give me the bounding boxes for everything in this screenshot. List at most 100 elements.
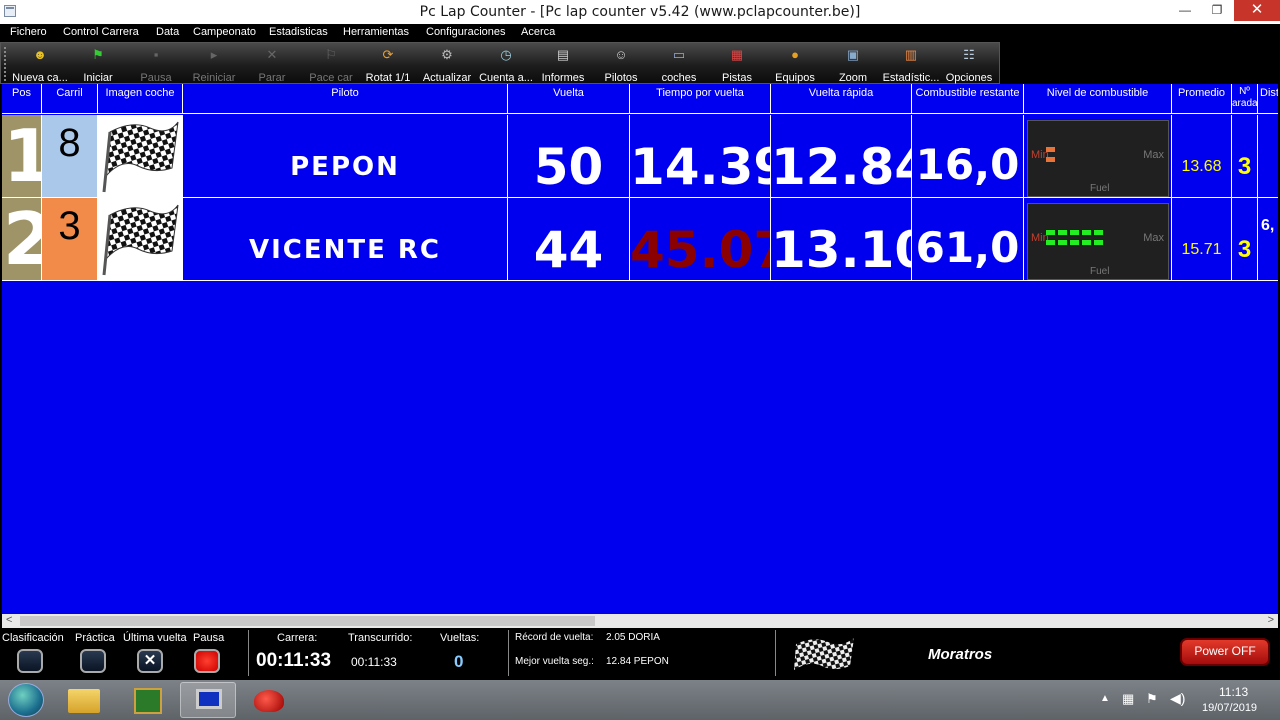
cars-button[interactable]: ▭ coches <box>655 45 703 84</box>
menu-control-carrera[interactable]: Control Carrera <box>63 26 139 38</box>
horizontal-scrollbar[interactable]: < > <box>2 614 1278 628</box>
pause-button[interactable]: ▪ Pausa <box>131 45 181 84</box>
header-stops[interactable]: Nº arada <box>1232 84 1258 114</box>
fuel-bar-segment <box>1070 240 1079 245</box>
clock-time[interactable]: 11:13 <box>1219 685 1248 699</box>
toolbar-grip[interactable] <box>4 47 7 81</box>
menu-estadisticas[interactable]: Estadisticas <box>269 26 328 38</box>
last-lap-toggle[interactable]: ✕ <box>137 649 163 673</box>
start-button[interactable]: ⚑ Iniciar <box>73 45 123 84</box>
elapsed-label: Transcurrido: <box>348 632 413 644</box>
tracks-icon: ▦ <box>730 47 744 62</box>
menu-campeonato[interactable]: Campeonato <box>193 26 256 38</box>
drivers-icon: ☺ <box>614 47 628 62</box>
taskbar-file-explorer[interactable] <box>56 682 112 718</box>
header-dist[interactable]: Dist <box>1258 84 1278 114</box>
minimize-button[interactable]: — <box>1170 0 1200 22</box>
header-pilot[interactable]: Piloto <box>183 84 508 114</box>
close-button[interactable]: ✕ <box>1234 0 1280 21</box>
rotate-button[interactable]: ⟳ Rotat 1/1 <box>361 45 415 84</box>
taskbar-circuit-app[interactable] <box>120 682 176 718</box>
scroll-left-icon[interactable]: < <box>6 614 12 626</box>
menu-data[interactable]: Data <box>156 26 179 38</box>
row-dist: 6, <box>1258 198 1278 280</box>
drivers-button[interactable]: ☺ Pilotos <box>597 45 645 84</box>
scrollbar-thumb[interactable] <box>20 616 595 626</box>
options-button[interactable]: ☷ Opciones <box>943 45 995 84</box>
pause-toggle[interactable] <box>194 649 220 673</box>
record-value: 2.05 DORIA <box>606 632 660 643</box>
header-average[interactable]: Promedio <box>1172 84 1232 114</box>
mode-practice-label: Práctica <box>75 632 115 644</box>
row-fuel-remaining: 61,0 <box>912 198 1024 280</box>
table-row[interactable]: 1 8 PEPON 50 14.39 12.84 16,0 Min Max Fu… <box>2 115 1278 198</box>
best-lap-value: 12.84 PEPON <box>606 656 669 667</box>
race-timer: 00:11:33 <box>256 650 332 671</box>
header-fast-lap[interactable]: Vuelta rápida <box>771 84 912 114</box>
start-button-icon[interactable] <box>8 683 44 717</box>
row-lap-time: 45.07 <box>630 198 771 280</box>
network-icon[interactable]: ▦ <box>1122 691 1134 707</box>
menu-herramientas[interactable]: Herramientas <box>343 26 409 38</box>
refresh-icon: ⚙ <box>441 47 453 62</box>
elapsed-timer: 00:11:33 <box>351 655 397 669</box>
stats-button[interactable]: ▥ Estadístic... <box>881 45 941 84</box>
header-lap-time[interactable]: Tiempo por vuelta <box>630 84 771 114</box>
restore-button[interactable]: ❐ <box>1202 0 1232 22</box>
zoom-button[interactable]: ▣ Zoom <box>831 45 875 84</box>
practice-toggle[interactable] <box>80 649 106 673</box>
row-fuel-remaining: 16,0 <box>912 115 1024 197</box>
car-image <box>98 115 183 197</box>
row-average: 15.71 <box>1172 198 1232 280</box>
header-pos[interactable]: Pos <box>2 84 42 114</box>
menu-acerca[interactable]: Acerca <box>521 26 555 38</box>
header-car-image[interactable]: Imagen coche <box>98 84 183 114</box>
checkered-flag-icon <box>102 204 179 276</box>
fuel-bar-segment <box>1046 240 1055 245</box>
taskbar-pc-lap-counter[interactable] <box>180 682 236 718</box>
restart-button[interactable]: ▸ Reiniciar <box>187 45 241 84</box>
flag-icon[interactable]: ⚑ <box>1146 691 1158 707</box>
fuel-max-label: Max <box>1143 232 1164 244</box>
countdown-button[interactable]: ◷ Cuenta a... <box>477 45 535 84</box>
row-lap: 44 <box>508 198 630 280</box>
clock-date[interactable]: 19/07/2019 <box>1202 702 1257 714</box>
refresh-button[interactable]: ⚙ Actualizar <box>419 45 475 84</box>
race-grid: Pos Carril Imagen coche Piloto Vuelta Ti… <box>2 84 1278 614</box>
menu-fichero[interactable]: Fichero <box>10 26 47 38</box>
stop-button[interactable]: ✕ Parar <box>249 45 295 84</box>
row-lane: 3 <box>42 198 98 280</box>
stop-icon: ✕ <box>266 47 278 62</box>
taskbar-helmet-app[interactable] <box>240 682 296 718</box>
header-lane[interactable]: Carril <box>42 84 98 114</box>
row-position: 2 <box>2 198 42 280</box>
volume-icon[interactable]: ◀) <box>1170 690 1185 707</box>
fuel-bar-segment <box>1070 230 1079 235</box>
fuel-label: Fuel <box>1090 183 1110 194</box>
tracks-button[interactable]: ▦ Pistas <box>713 45 761 84</box>
laps-value: 0 <box>454 652 464 671</box>
fuel-bar-segment <box>1046 230 1055 235</box>
new-race-button[interactable]: ☻ Nueva ca... <box>11 45 69 84</box>
power-off-button[interactable]: Power OFF <box>1180 638 1270 666</box>
fuel-bar-segment <box>1058 230 1067 235</box>
pause-icon: ▪ <box>153 47 159 62</box>
table-row[interactable]: 2 3 VICENTE RC 44 45.07 13.10 61,0 Min M… <box>2 198 1278 281</box>
header-fuel-remaining[interactable]: Combustible restante <box>912 84 1024 114</box>
fuel-bar-segment <box>1094 240 1103 245</box>
header-fuel-level[interactable]: Nivel de combustible <box>1024 84 1172 114</box>
checkered-flag-logo-icon <box>794 638 854 670</box>
tray-expand-icon[interactable]: ▲ <box>1100 693 1110 704</box>
mode-classification-label: Clasificación <box>2 632 64 644</box>
pace-car-button[interactable]: ⚐ Pace car <box>303 45 359 84</box>
row-stops: 3 <box>1232 115 1258 197</box>
fuel-gauge: Min Max Fuel <box>1024 198 1172 280</box>
menu-configuraciones[interactable]: Configuraciones <box>426 26 506 38</box>
classification-toggle[interactable] <box>17 649 43 673</box>
row-fast-lap: 13.10 <box>771 198 912 280</box>
rotate-icon: ⟳ <box>382 47 394 62</box>
teams-button[interactable]: ● Equipos <box>769 45 821 84</box>
header-lap[interactable]: Vuelta <box>508 84 630 114</box>
reports-button[interactable]: ▤ Informes <box>537 45 589 84</box>
scroll-right-icon[interactable]: > <box>1268 614 1274 626</box>
